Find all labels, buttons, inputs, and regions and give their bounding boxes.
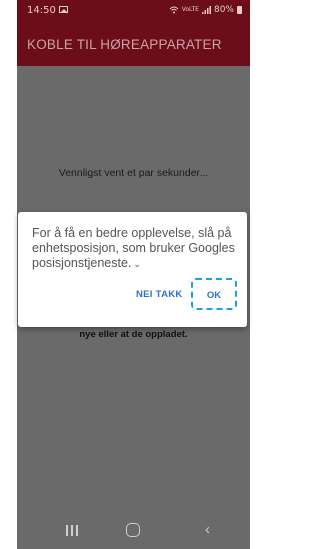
back-icon[interactable]: ‹ xyxy=(205,521,210,538)
home-icon[interactable] xyxy=(126,523,140,537)
location-permission-dialog: For å få en bedre opplevelse, slå på enh… xyxy=(18,212,247,327)
app-title: KOBLE TIL HØREAPPARATER xyxy=(27,37,222,52)
navigation-bar: ‹ xyxy=(17,511,250,549)
signal-icon xyxy=(201,6,211,14)
app-bar: KOBLE TIL HØREAPPARATER xyxy=(17,22,250,66)
status-time: 14:50 xyxy=(27,5,56,16)
chevron-down-icon[interactable]: ⌄ xyxy=(133,257,141,272)
volte-label: VoLTE xyxy=(181,6,199,13)
ok-button[interactable]: OK xyxy=(191,278,237,310)
wifi-icon xyxy=(169,6,179,14)
battery-percent: 80% xyxy=(213,5,234,15)
gallery-icon xyxy=(59,6,68,13)
status-indicators: VoLTE 80% xyxy=(169,5,242,15)
dialog-message-container: For å få en bedre opplevelse, slå på enh… xyxy=(32,226,238,272)
hint-message: nye eller at de oppladet. xyxy=(79,329,188,340)
no-thanks-button[interactable]: NEI TAKK xyxy=(136,289,183,300)
battery-icon xyxy=(237,6,242,14)
ok-button-label: OK xyxy=(206,290,222,301)
wait-message: Vennligst vent et par sekunder... xyxy=(58,167,209,179)
recents-icon[interactable] xyxy=(65,525,79,536)
status-bar: 14:50 VoLTE 80% xyxy=(17,0,250,22)
